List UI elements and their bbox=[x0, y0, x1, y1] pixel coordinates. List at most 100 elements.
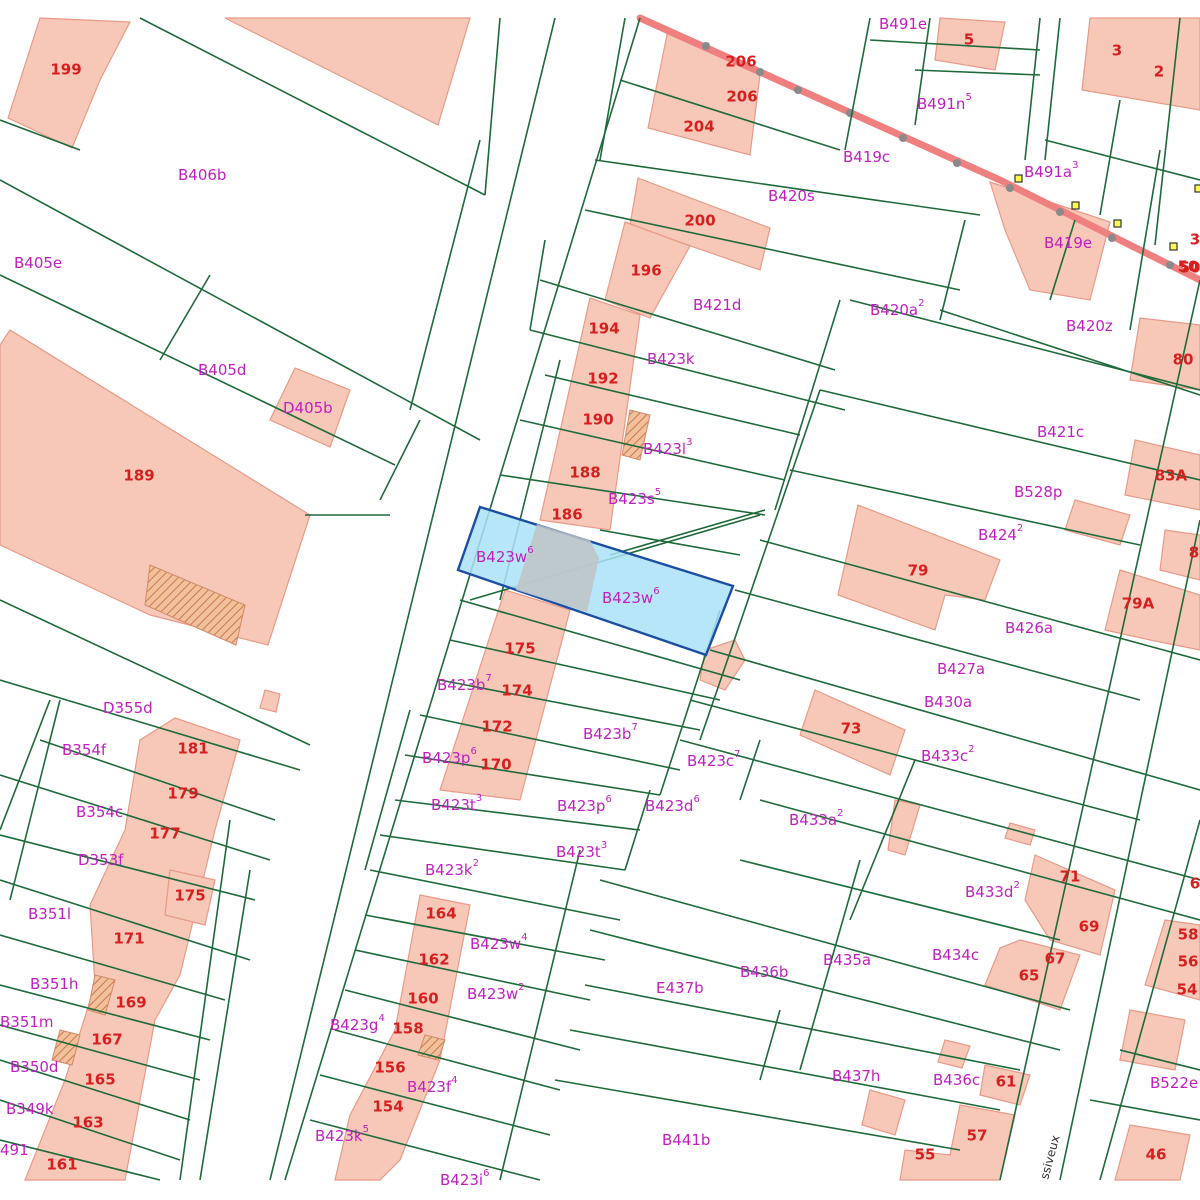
parcel-label: B420s bbox=[768, 187, 815, 205]
parcel-label: B405d bbox=[198, 361, 246, 379]
parcel-suffix: 4 bbox=[521, 932, 527, 943]
parcel-suffix: 6 bbox=[483, 1168, 489, 1179]
house-number-label: 2 bbox=[1154, 63, 1164, 81]
house-number-label: 204 bbox=[683, 118, 714, 136]
parcel-id: B423w bbox=[476, 548, 527, 566]
parcel-label: B350d bbox=[10, 1058, 58, 1076]
parcel-id: B420s bbox=[768, 187, 815, 205]
parcel-id: B423g bbox=[330, 1016, 378, 1034]
parcel-label: B441b bbox=[662, 1131, 710, 1149]
cadastral-map[interactable]: 199 189 206 206 204 200 196 194 192 190 188 186 175 1… bbox=[0, 0, 1200, 1200]
building-b437h[interactable] bbox=[861, 1089, 906, 1136]
house-number-label: 79 bbox=[908, 562, 929, 580]
house-number-label: 179 bbox=[167, 785, 198, 803]
building-199[interactable] bbox=[7, 17, 131, 149]
parcel-suffix: 6 bbox=[470, 746, 476, 757]
parcel-id: B423w bbox=[470, 935, 521, 953]
house-number-label: 175 bbox=[174, 887, 205, 905]
parcel-label: E437b bbox=[656, 979, 704, 997]
house-number-label: 200 bbox=[684, 212, 715, 230]
parcel-id: D353f bbox=[78, 851, 124, 869]
house-number-label: 6 bbox=[1190, 875, 1200, 893]
parcel-label: B351m bbox=[0, 1013, 54, 1031]
house-number-label: 162 bbox=[418, 951, 449, 969]
house-number-label: 170 bbox=[480, 756, 511, 774]
building-b528p[interactable] bbox=[1064, 499, 1131, 546]
parcel-suffix: 5 bbox=[363, 1124, 369, 1135]
house-number-label: 71 bbox=[1060, 868, 1081, 886]
house-number-label: 69 bbox=[1079, 918, 1100, 936]
house-number-label: 83A bbox=[1155, 467, 1188, 485]
building-small-265[interactable] bbox=[259, 689, 281, 713]
parcel-suffix: 2 bbox=[968, 744, 974, 755]
parcel-id: B491a bbox=[1024, 163, 1072, 181]
parcel-id: B420z bbox=[1066, 317, 1113, 335]
parcel-id: B419c bbox=[843, 148, 890, 166]
parcel-suffix: 2 bbox=[473, 858, 479, 869]
parcel-label: B405e bbox=[14, 254, 62, 272]
parcel-id: B354c bbox=[76, 803, 123, 821]
building-top-large[interactable] bbox=[224, 17, 471, 126]
parcel-suffix: 3 bbox=[601, 840, 607, 851]
house-number-label: 3 bbox=[1112, 42, 1122, 60]
parcel-id: B405d bbox=[198, 361, 246, 379]
building-small-905[interactable] bbox=[887, 799, 921, 856]
parcel-id: B423c bbox=[687, 752, 734, 770]
parcel-suffix: 3 bbox=[1072, 160, 1078, 171]
parcel-id: B421c bbox=[1037, 423, 1084, 441]
parcel-label: B522e bbox=[1150, 1074, 1198, 1092]
parcel-label: B423w6 bbox=[476, 545, 534, 566]
parcel-id: B423s bbox=[608, 490, 655, 508]
parcel-label: B423p6 bbox=[422, 746, 477, 767]
building-436c[interactable] bbox=[937, 1039, 971, 1069]
parcel-label: B354c bbox=[76, 803, 123, 821]
parcel-label: B420z bbox=[1066, 317, 1113, 335]
parcel-id: B426a bbox=[1005, 619, 1053, 637]
parcel-suffix: 6 bbox=[605, 794, 611, 805]
parcel-label: B433a2 bbox=[789, 808, 844, 829]
parcel-id: B421d bbox=[693, 296, 741, 314]
parcel-suffix: 3 bbox=[476, 793, 482, 804]
parcel-id: B424 bbox=[978, 526, 1017, 544]
parcel-label: B423k2 bbox=[425, 858, 479, 879]
house-number-label: 196 bbox=[630, 262, 661, 280]
parcel-suffix: 6 bbox=[527, 545, 533, 556]
parcel-suffix: 2 bbox=[837, 808, 843, 819]
parcel-label: B433d2 bbox=[965, 880, 1020, 901]
parcel-id: B491e bbox=[879, 15, 927, 33]
parcel-label: B423s5 bbox=[608, 487, 661, 508]
house-number-label: 80 bbox=[1173, 351, 1194, 369]
house-number-label: 186 bbox=[551, 506, 582, 524]
parcel-label: 491 bbox=[0, 1141, 29, 1159]
building-50[interactable] bbox=[1119, 1009, 1186, 1071]
building-2-3[interactable] bbox=[1081, 17, 1200, 111]
house-number-label: 158 bbox=[392, 1020, 423, 1038]
parcel-id: B433a bbox=[789, 811, 837, 829]
house-number-label: 54 bbox=[1177, 981, 1198, 999]
house-number-label: 165 bbox=[84, 1071, 115, 1089]
parcel-label: B423p6 bbox=[557, 794, 612, 815]
house-number-label: 57 bbox=[967, 1127, 988, 1145]
house-number-label: 174 bbox=[501, 682, 532, 700]
parcel-id: 491 bbox=[0, 1141, 29, 1159]
parcel-id: B423f bbox=[407, 1078, 452, 1096]
parcel-id: B420a bbox=[870, 301, 918, 319]
parcel-id: B423b bbox=[437, 676, 485, 694]
parcel-label: B426a bbox=[1005, 619, 1053, 637]
house-number-label: 161 bbox=[46, 1156, 77, 1174]
parcel-label: B491a3 bbox=[1024, 160, 1079, 181]
parcel-id: B528p bbox=[1014, 483, 1062, 501]
house-number-label: 160 bbox=[407, 990, 438, 1008]
building-strip-161-181[interactable] bbox=[24, 717, 241, 1181]
parcel-label: B349k bbox=[6, 1100, 54, 1118]
parcel-suffix: 5 bbox=[655, 487, 661, 498]
parcel-suffix: 4 bbox=[378, 1013, 384, 1024]
parcel-label: B528p bbox=[1014, 483, 1062, 501]
parcel-id: B423w bbox=[602, 589, 653, 607]
house-number-label: 206 bbox=[725, 53, 756, 71]
house-number-label: 167 bbox=[91, 1031, 122, 1049]
parcel-label: D353f bbox=[78, 851, 124, 869]
house-number-label: 164 bbox=[425, 905, 456, 923]
parcel-label: D355d bbox=[103, 699, 153, 717]
parcel-suffix: 2 bbox=[1017, 523, 1023, 534]
